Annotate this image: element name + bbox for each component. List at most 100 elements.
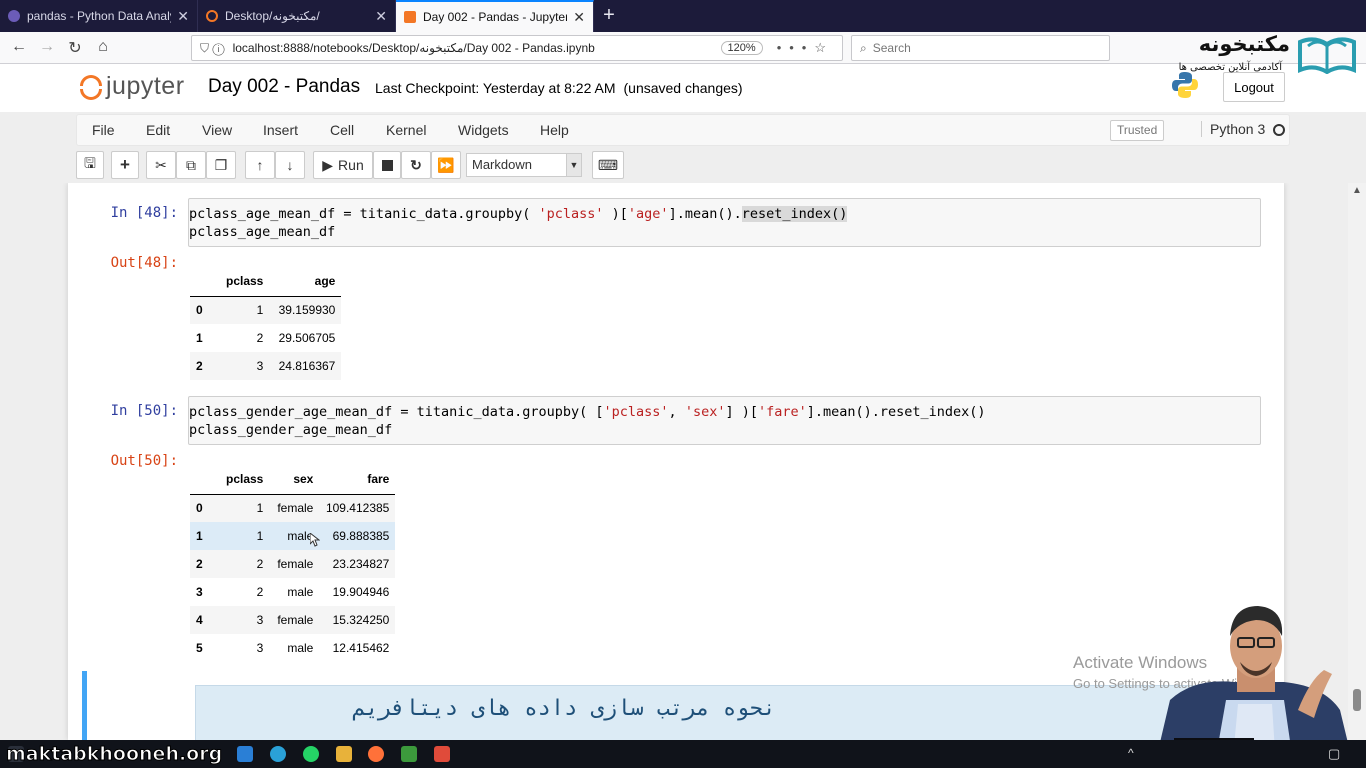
cut-button[interactable]: ✂ <box>146 151 176 179</box>
table-cell: female <box>277 613 314 627</box>
search-icon: ⌕ <box>860 40 867 55</box>
scroll-up-icon[interactable]: ▲ <box>1352 185 1362 196</box>
code-line: pclass_gender_age_mean_df = titanic_data… <box>189 404 986 420</box>
jupyter-logo[interactable]: jupyter <box>80 72 185 101</box>
column-header <box>190 266 220 297</box>
brand-name: مکتبخونه <box>1198 32 1290 56</box>
brand-tagline: آکادمی آنلاین تخصصی ها <box>1178 62 1282 73</box>
menu-help[interactable]: Help <box>540 122 569 138</box>
scissors-icon: ✂ <box>155 156 167 173</box>
close-tab-icon[interactable]: ✕ <box>573 9 585 26</box>
menu-widgets[interactable]: Widgets <box>458 122 509 138</box>
code-cell-48[interactable]: pclass_age_mean_df = titanic_data.groupb… <box>188 198 1261 247</box>
telegram-icon[interactable] <box>270 746 286 762</box>
notifications-icon[interactable]: ▢ <box>1328 746 1344 762</box>
table-cell: 1 <box>256 529 264 543</box>
fast-forward-icon: ⏩ <box>437 156 455 173</box>
row-index: 0 <box>196 303 203 318</box>
input-prompt: In [50]: <box>110 403 178 419</box>
markdown-heading: نحوه مرتب سازی داده های دیتافریم <box>352 696 776 721</box>
menu-insert[interactable]: Insert <box>263 122 298 138</box>
table-cell: 24.816367 <box>278 359 336 373</box>
new-tab-button[interactable]: + <box>594 0 624 32</box>
notebook-name[interactable]: Day 002 - Pandas <box>208 76 360 98</box>
browser-tab-notebook[interactable]: Day 002 - Pandas - Jupyter Not ✕ <box>396 0 594 32</box>
menu-kernel[interactable]: Kernel <box>386 122 426 138</box>
play-icon: ▶ <box>322 156 334 173</box>
table-cell: 2 <box>256 585 264 599</box>
table-row: 3 2 male 19.904946 <box>190 578 395 606</box>
table-cell: 3 <box>256 613 264 627</box>
restart-button[interactable]: ↻ <box>401 151 431 179</box>
notebook-toolbar: 🖫 + ✂ ⧉ ❐ ↑ ↓ ▶ Run ↻ ⏩ Markdown ▼ ⌨ <box>76 150 1290 182</box>
app-icon[interactable] <box>434 746 450 762</box>
input-prompt: In [48]: <box>110 205 178 221</box>
tray-chevron-icon[interactable]: ^ <box>1128 746 1144 762</box>
table-row: 0 1 39.159930 <box>190 296 342 324</box>
browser-tab-pandas[interactable]: pandas - Python Data Analysis L ✕ <box>0 0 198 32</box>
forward-arrow-icon[interactable]: → <box>36 38 58 56</box>
url-bar[interactable]: ⛉ ⓘ localhost:8888/notebooks/Desktop/مکت… <box>191 35 843 61</box>
output-prompt: Out[48]: <box>110 255 178 271</box>
close-tab-icon[interactable]: ✕ <box>375 8 387 25</box>
whatsapp-icon[interactable] <box>303 746 319 762</box>
code-line: pclass_age_mean_df <box>189 224 336 240</box>
mail-icon[interactable] <box>237 746 253 762</box>
table-cell: 3 <box>256 641 264 655</box>
menu-file[interactable]: File <box>92 122 115 138</box>
browser-tab-desktop[interactable]: Desktop/مکتبخونه/ ✕ <box>198 0 396 32</box>
row-index: 5 <box>196 641 203 655</box>
move-down-button[interactable]: ↓ <box>275 151 305 179</box>
table-cell: 12.415462 <box>332 641 390 655</box>
restart-icon: ↻ <box>410 156 422 173</box>
run-button[interactable]: ▶ Run <box>313 151 373 179</box>
run-label: Run <box>338 157 364 173</box>
table-cell: 69.888385 <box>332 529 390 543</box>
jupyter-logo-text: jupyter <box>106 72 185 100</box>
interrupt-button[interactable] <box>373 151 401 179</box>
restart-run-all-button[interactable]: ⏩ <box>431 151 461 179</box>
url-text: localhost:8888/notebooks/Desktop/مکتبخون… <box>232 41 595 55</box>
table-row: 2 3 24.816367 <box>190 352 342 380</box>
table-cell: 23.234827 <box>332 557 390 571</box>
back-arrow-icon[interactable]: ← <box>8 38 30 56</box>
command-palette-button[interactable]: ⌨ <box>592 151 624 179</box>
insert-cell-button[interactable]: + <box>111 151 139 179</box>
browser-tab-title: pandas - Python Data Analysis L <box>27 9 171 23</box>
zoom-level[interactable]: 120% <box>720 41 763 55</box>
reload-icon[interactable]: ↻ <box>64 38 86 58</box>
copy-button[interactable]: ⧉ <box>176 151 206 179</box>
jupyter-logo-icon <box>80 73 102 101</box>
folder-icon[interactable] <box>336 746 352 762</box>
menu-view[interactable]: View <box>202 122 232 138</box>
shield-icon[interactable]: ⛉ ⓘ <box>200 41 225 56</box>
trusted-indicator[interactable]: Trusted <box>1110 120 1165 141</box>
table-cell: male <box>287 585 314 599</box>
table-cell: male <box>287 641 314 655</box>
dataframe-output-50: pclass sex fare 0 1 female 109.412385 1 … <box>190 464 396 662</box>
menu-cell[interactable]: Cell <box>330 122 354 138</box>
close-tab-icon[interactable]: ✕ <box>177 8 189 25</box>
kernel-idle-icon <box>1273 124 1285 136</box>
search-input[interactable]: ⌕ Search <box>851 35 1110 61</box>
paste-button[interactable]: ❐ <box>206 151 236 179</box>
cell-type-select[interactable]: Markdown ▼ <box>466 153 582 177</box>
save-button[interactable]: 🖫 <box>76 151 104 179</box>
row-index: 1 <box>196 331 203 345</box>
firefox-icon[interactable] <box>368 746 384 762</box>
table-row: 1 1 male 69.888385 <box>190 522 396 550</box>
home-icon[interactable]: ⌂ <box>92 38 114 56</box>
move-up-button[interactable]: ↑ <box>245 151 275 179</box>
maktabkhooneh-brand-logo: مکتبخونه آکادمی آنلاین تخصصی ها <box>1170 32 1362 78</box>
code-cell-50[interactable]: pclass_gender_age_mean_df = titanic_data… <box>188 396 1261 445</box>
column-header: fare <box>319 464 396 495</box>
plus-icon: + <box>120 155 130 174</box>
app-icon[interactable] <box>401 746 417 762</box>
unsaved-text: (unsaved changes) <box>623 80 743 96</box>
column-header: pclass <box>220 266 270 297</box>
kernel-name[interactable]: Python 3 <box>1201 121 1265 137</box>
keyboard-icon: ⌨ <box>597 156 619 173</box>
paste-icon: ❐ <box>214 156 228 173</box>
menu-edit[interactable]: Edit <box>146 122 170 138</box>
page-actions-icon[interactable]: •••☆ <box>777 40 834 56</box>
